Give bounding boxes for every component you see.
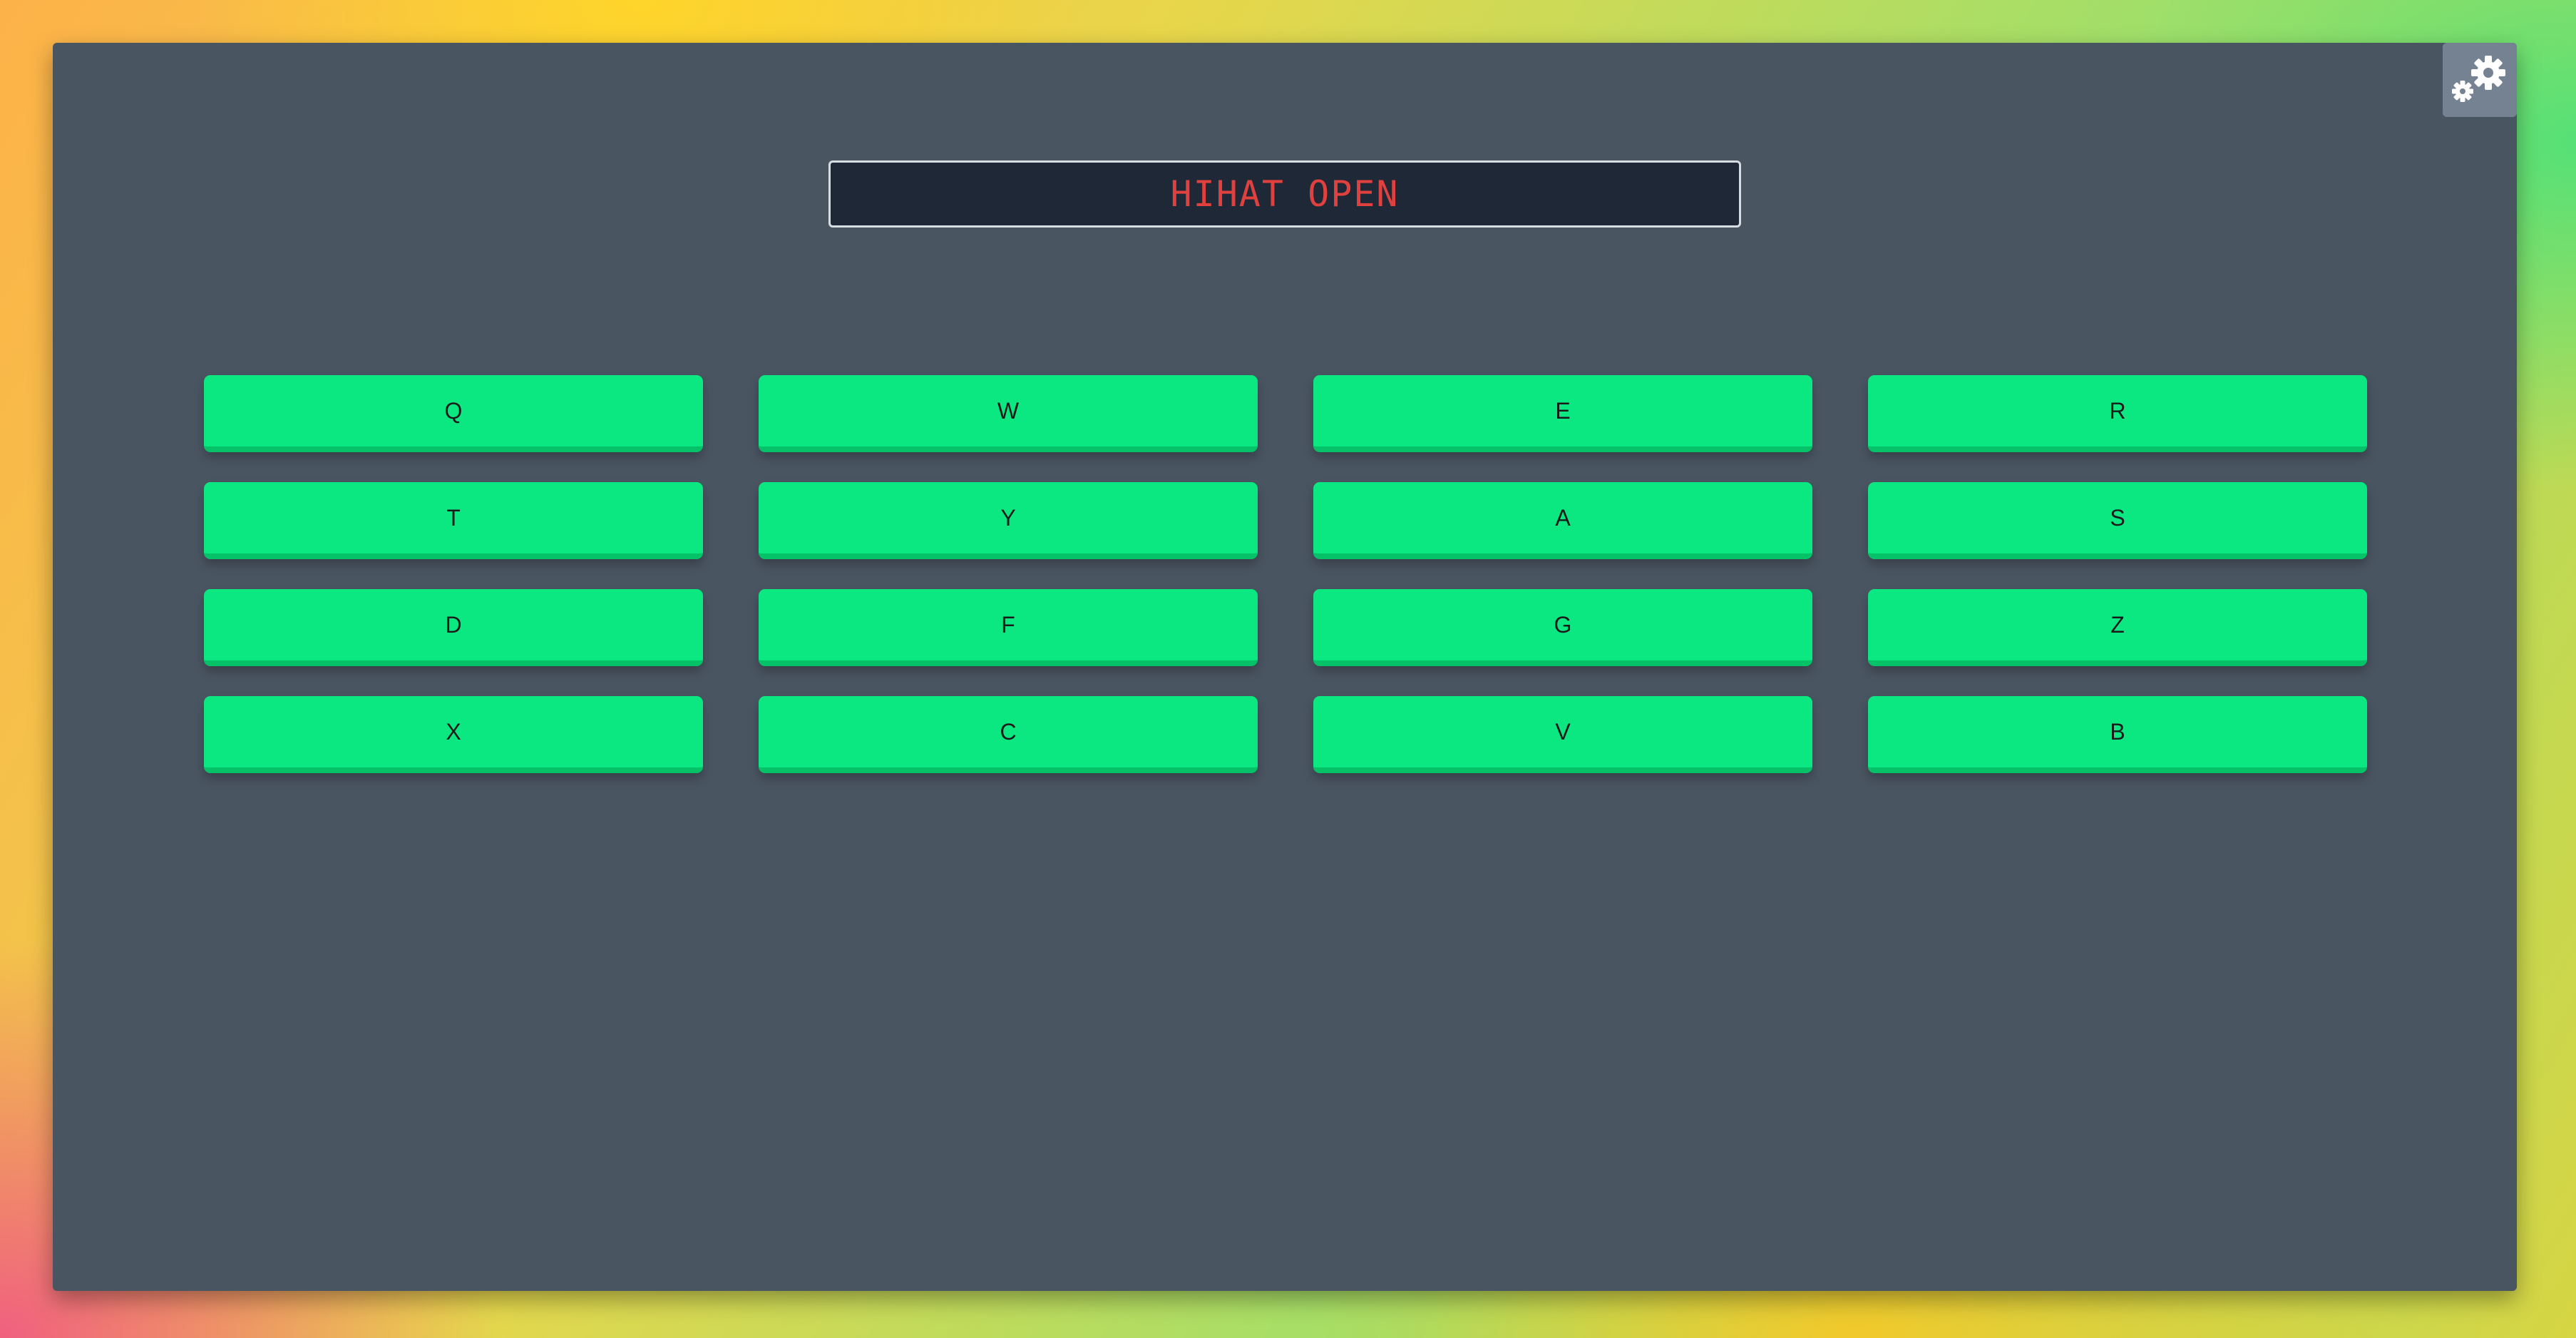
gears-icon xyxy=(2446,44,2514,116)
drum-pad-w[interactable]: W xyxy=(759,375,1258,452)
drum-pad-v[interactable]: V xyxy=(1313,696,1812,773)
drum-pad-b[interactable]: B xyxy=(1868,696,2367,773)
drum-pad-c[interactable]: C xyxy=(759,696,1258,773)
drum-pad-a[interactable]: A xyxy=(1313,482,1812,559)
drum-pad-d[interactable]: D xyxy=(204,589,703,666)
sound-display: HIHAT OPEN xyxy=(828,160,1741,228)
drum-pad-e[interactable]: E xyxy=(1313,375,1812,452)
drum-pad-x[interactable]: X xyxy=(204,696,703,773)
drum-machine-panel: HIHAT OPEN Q W E R T Y A S D F G Z X C V… xyxy=(53,43,2517,1291)
drum-pad-g[interactable]: G xyxy=(1313,589,1812,666)
drum-pad-r[interactable]: R xyxy=(1868,375,2367,452)
drum-pad-z[interactable]: Z xyxy=(1868,589,2367,666)
drum-pad-y[interactable]: Y xyxy=(759,482,1258,559)
drum-pad-t[interactable]: T xyxy=(204,482,703,559)
drum-pad-s[interactable]: S xyxy=(1868,482,2367,559)
drum-pad-f[interactable]: F xyxy=(759,589,1258,666)
settings-button[interactable] xyxy=(2443,43,2517,117)
drum-pad-q[interactable]: Q xyxy=(204,375,703,452)
drum-pad-grid: Q W E R T Y A S D F G Z X C V B xyxy=(204,375,2367,773)
